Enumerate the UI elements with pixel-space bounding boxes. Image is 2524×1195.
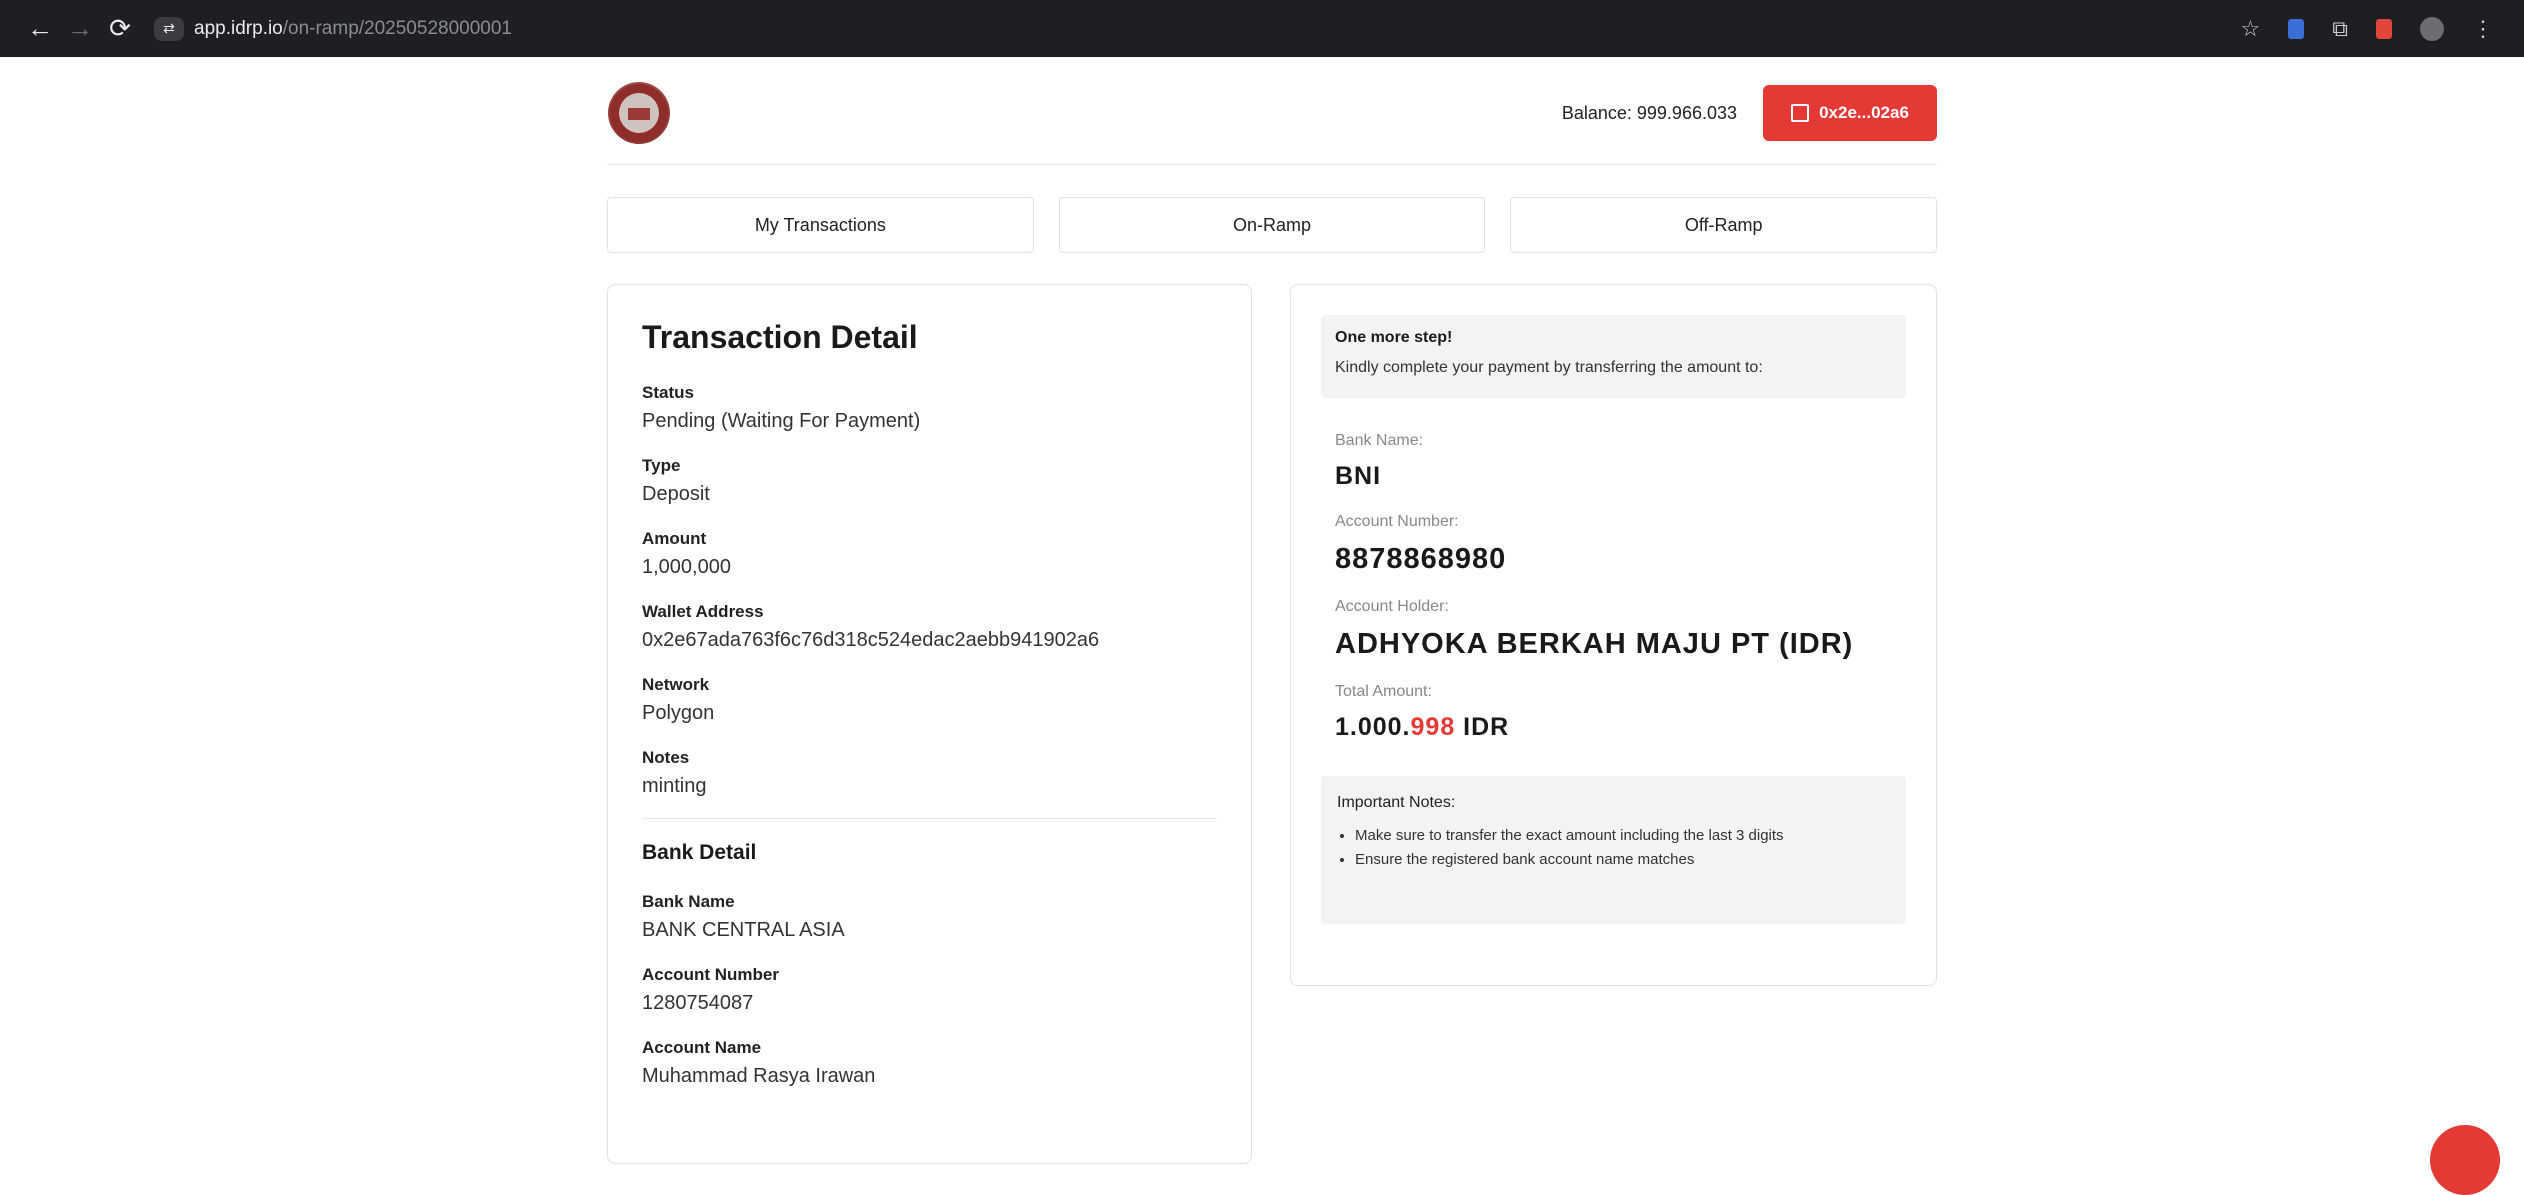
app-header: Balance: 999.966.033 0x2e...02a6 <box>607 62 1937 165</box>
list-item: Make sure to transfer the exact amount i… <box>1355 824 1890 848</box>
type-field: Type Deposit <box>642 453 1217 509</box>
transaction-detail-card: Transaction Detail Status Pending (Waiti… <box>607 284 1252 1164</box>
network-value: Polygon <box>642 702 715 724</box>
back-icon[interactable]: ← <box>20 13 60 44</box>
info-label: Bank Name: <box>1335 432 1424 449</box>
bookmark-star-icon[interactable]: ☆ <box>2241 16 2261 42</box>
main-tabs: My Transactions On-Ramp Off-Ramp <box>607 197 1938 253</box>
total-amount[interactable]: 1.000.998 IDR <box>1335 713 1906 742</box>
url-host: app.idrp.io <box>194 17 283 39</box>
info-label: Account Holder: <box>1335 598 1449 615</box>
list-item: Ensure the registered bank account name … <box>1355 848 1890 872</box>
wallet-icon <box>1791 104 1810 122</box>
field-label: Amount <box>642 529 707 548</box>
forward-icon[interactable]: → <box>60 13 100 44</box>
status-value: Pending (Waiting For Payment) <box>642 410 921 432</box>
one-more-step-box: One more step! Kindly complete your paym… <box>1321 315 1906 398</box>
extensions-puzzle-icon[interactable]: ⧉ <box>2332 16 2348 42</box>
bank-name-info: Bank Name: BNI <box>1335 432 1906 491</box>
field-label: Account Name <box>642 1038 762 1057</box>
tab-off-ramp[interactable]: Off-Ramp <box>1510 197 1938 253</box>
bank-detail-title: Bank Detail <box>642 841 757 864</box>
amount-field: Amount 1,000,000 <box>642 526 1217 582</box>
browser-toolbar: ← → ⟳ ⇄ app.idrp.io /on-ramp/20250528000… <box>0 0 2524 57</box>
bank-name-field: Bank Name BANK CENTRAL ASIA <box>642 889 1217 945</box>
info-label: Total Amount: <box>1335 683 1432 700</box>
chat-support-button[interactable] <box>2430 1125 2500 1195</box>
logo-emblem-icon <box>610 84 668 142</box>
menu-kebab-icon[interactable]: ⋮ <box>2472 16 2494 42</box>
important-notes-box: Important Notes: Make sure to transfer t… <box>1321 776 1906 924</box>
field-label: Type <box>642 456 681 475</box>
destination-account-holder[interactable]: ADHYOKA BERKAH MAJU PT (IDR) <box>1335 628 1906 661</box>
wallet-address-button[interactable]: 0x2e...02a6 <box>1763 85 1937 141</box>
account-name-field: Account Name Muhammad Rasya Irawan <box>642 1035 1217 1091</box>
destination-account-number[interactable]: 8878868980 <box>1335 543 1906 576</box>
field-label: Notes <box>642 748 690 767</box>
tab-my-transactions[interactable]: My Transactions <box>607 197 1034 253</box>
network-field: Network Polygon <box>642 672 1217 728</box>
tab-on-ramp[interactable]: On-Ramp <box>1058 197 1486 253</box>
important-notes-title: Important Notes: <box>1337 794 1456 811</box>
field-label: Status <box>642 383 694 402</box>
important-notes-list: Make sure to transfer the exact amount i… <box>1337 824 1890 872</box>
account-name-value: Muhammad Rasya Irawan <box>642 1065 876 1087</box>
amount-value: 1,000,000 <box>642 556 731 578</box>
step-text: Kindly complete your payment by transfer… <box>1335 359 1763 376</box>
site-settings-icon[interactable]: ⇄ <box>154 16 184 41</box>
url-path: /on-ramp/20250528000001 <box>282 17 512 39</box>
field-label: Bank Name <box>642 892 735 911</box>
field-label: Network <box>642 675 710 694</box>
extension-icon[interactable] <box>2288 18 2305 39</box>
account-number-value: 1280754087 <box>642 992 754 1014</box>
total-amount-unique-digits: 998 <box>1410 713 1456 741</box>
info-label: Account Number: <box>1335 513 1459 530</box>
reload-icon[interactable]: ⟳ <box>100 13 140 44</box>
status-field: Status Pending (Waiting For Payment) <box>642 380 1217 436</box>
address-bar[interactable]: ⇄ app.idrp.io /on-ramp/20250528000001 <box>154 16 512 41</box>
notes-field: Notes minting <box>642 745 1217 801</box>
divider <box>642 818 1217 819</box>
account-holder-info: Account Holder: ADHYOKA BERKAH MAJU PT (… <box>1335 598 1906 661</box>
account-number-info: Account Number: 8878868980 <box>1335 513 1906 576</box>
extension-red-icon[interactable] <box>2376 18 2392 39</box>
wallet-label: 0x2e...02a6 <box>1819 103 1909 122</box>
profile-avatar-icon[interactable] <box>2420 16 2444 41</box>
total-amount-main: 1.000. <box>1335 713 1411 741</box>
total-amount-currency: IDR <box>1455 713 1510 741</box>
bank-name-value: BANK CENTRAL ASIA <box>642 919 845 941</box>
type-value: Deposit <box>642 483 710 505</box>
app-logo[interactable] <box>608 82 670 144</box>
total-amount-info: Total Amount: 1.000.998 IDR <box>1335 683 1906 742</box>
notes-value: minting <box>642 775 707 797</box>
balance-text: Balance: 999.966.033 <box>1561 102 1737 123</box>
transaction-detail-title: Transaction Detail <box>642 319 918 355</box>
field-label: Account Number <box>642 965 779 984</box>
wallet-address-field: Wallet Address 0x2e67ada763f6c76d318c524… <box>642 599 1217 655</box>
destination-bank-name[interactable]: BNI <box>1335 462 1906 491</box>
transfer-info: Bank Name: BNI Account Number: 887886898… <box>1321 432 1906 742</box>
field-label: Wallet Address <box>642 602 764 621</box>
account-number-field: Account Number 1280754087 <box>642 962 1217 1018</box>
step-title: One more step! <box>1335 329 1453 346</box>
wallet-address-value: 0x2e67ada763f6c76d318c524edac2aebb941902… <box>642 629 1100 651</box>
payment-instructions-card: One more step! Kindly complete your paym… <box>1290 284 1937 986</box>
